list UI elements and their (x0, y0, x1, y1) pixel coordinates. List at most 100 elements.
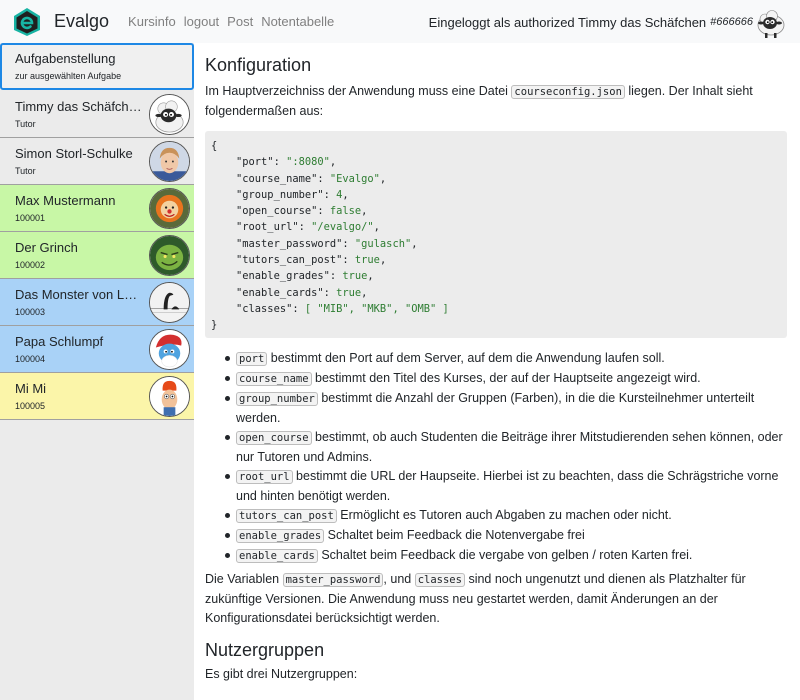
sidebar-item-aufgabenstellung[interactable]: Aufgabenstellung zur ausgewählten Aufgab… (0, 43, 194, 90)
list-item-text: Schaltet beim Feedback die vergabe von g… (317, 548, 693, 562)
sidebar-item-sub: Tutor (15, 166, 36, 176)
nessie-avatar-icon (149, 282, 190, 323)
sidebar-item-simon[interactable]: Simon Storl-Schulke Tutor (0, 138, 194, 185)
sidebar-item-label: Mi Mi (15, 381, 47, 396)
inline-code-courseconfig: courseconfig.json (511, 85, 625, 99)
code-line: "port": ":8080", (236, 156, 337, 169)
list-item: open_course bestimmt, ob auch Studenten … (205, 428, 787, 467)
inline-code: root_url (236, 470, 293, 484)
sidebar-item-sub: 100001 (15, 213, 46, 223)
clown-avatar-icon (149, 188, 190, 229)
code-comma: , (342, 188, 349, 201)
sidebar-item-sub: 100003 (15, 307, 46, 317)
code-brace-close: } (211, 319, 218, 332)
sidebar-item-monster[interactable]: Das Monster von Loc... 100003 (0, 279, 194, 326)
sidebar-item-label: Simon Storl-Schulke (15, 146, 133, 161)
sidebar: Aufgabenstellung zur ausgewählten Aufgab… (0, 43, 194, 700)
code-value: [ "MIB", "MKB", "OMB" ] (304, 302, 449, 315)
nav-link-logout[interactable]: logout (184, 14, 219, 29)
code-key: "root_url" (236, 221, 299, 234)
login-user-id: #666666 (710, 16, 753, 28)
inline-code: tutors_can_post (236, 509, 337, 523)
nav-link-notentabelle[interactable]: Notentabelle (261, 14, 334, 29)
code-line: "enable_cards": true, (236, 286, 368, 299)
list-item-text: bestimmt den Titel des Kurses, der auf d… (311, 371, 701, 385)
login-info: Eingeloggt als authorized Timmy das Schä… (429, 4, 787, 40)
sidebar-item-sub: Tutor (15, 119, 36, 129)
code-brace-open: { (211, 140, 218, 152)
list-item-text: bestimmt, ob auch Studenten die Beiträge… (236, 430, 783, 464)
code-line: "tutors_can_post": true, (236, 254, 387, 267)
code-key: "course_name" (236, 172, 318, 185)
code-key: "classes" (236, 302, 293, 315)
heading-konfiguration: Konfiguration (205, 55, 312, 75)
code-comma: , (361, 286, 368, 299)
sidebar-item-label: Papa Schlumpf (15, 334, 104, 349)
user-avatar-sheep-icon[interactable] (755, 5, 787, 39)
list-item: port bestimmt den Port auf dem Server, a… (205, 349, 787, 369)
code-key: "port" (236, 156, 274, 169)
code-value: "gulasch" (354, 237, 412, 250)
nav-link-post[interactable]: Post (227, 14, 253, 29)
sidebar-item-papa-schlumpf[interactable]: Papa Schlumpf 100004 (0, 326, 194, 373)
sidebar-item-label: Aufgabenstellung (15, 51, 116, 66)
code-value: ":8080" (286, 156, 330, 169)
code-key: "open_course" (236, 205, 318, 218)
code-comma: , (373, 221, 380, 234)
sheep-avatar-icon (149, 94, 190, 135)
sidebar-item-sub: zur ausgewählten Aufgabe (15, 71, 122, 81)
heading-nutzergruppen: Nutzergruppen (205, 640, 325, 660)
list-item-text: Ermöglicht es Tutoren auch Abgaben zu ma… (336, 508, 672, 522)
code-line: "classes": [ "MIB", "MKB", "OMB" ] (236, 302, 449, 315)
sidebar-item-timmy[interactable]: Timmy das Schäfchen Tutor (0, 91, 194, 138)
text-segment: , und (383, 572, 415, 586)
user-groups-intro: Es gibt drei Nutzergruppen: (205, 667, 358, 681)
sidebar-item-sub: 100004 (15, 354, 46, 364)
text-segment: Im Hauptverzeichniss der Anwendung muss … (205, 84, 512, 98)
smurf-avatar-icon (149, 329, 190, 370)
list-item-text: bestimmt die URL der Haupseite. Hierbei … (236, 469, 779, 503)
inline-code: course_name (236, 372, 312, 386)
code-value: true (342, 270, 368, 283)
inline-code-classes: classes (414, 573, 465, 587)
list-item: group_number bestimmt die Anzahl der Gru… (205, 389, 787, 428)
code-key: "tutors_can_post" (236, 254, 343, 267)
person-avatar-icon (149, 141, 190, 182)
inline-code: open_course (236, 431, 312, 445)
code-line: "enable_grades": true, (236, 270, 374, 283)
sidebar-item-label: Das Monster von Loc... (15, 287, 143, 302)
config-code-block: { "port": ":8080", "course_name": "Evalg… (205, 131, 787, 338)
code-comma: , (379, 172, 387, 185)
list-item: enable_grades Schaltet beim Feedback die… (205, 526, 787, 546)
sidebar-item-label: Der Grinch (15, 240, 78, 255)
top-navbar: Evalgo Kursinfo logout Post Notentabelle… (0, 0, 800, 43)
code-value: true (336, 286, 362, 299)
code-comma: , (361, 205, 368, 218)
code-comma: , (411, 237, 418, 250)
sidebar-item-sub: 100005 (15, 401, 46, 411)
sidebar-item-max-mustermann[interactable]: Max Mustermann 100001 (0, 185, 194, 232)
sidebar-item-sub: 100002 (15, 260, 46, 270)
nav-link-kursinfo[interactable]: Kursinfo (128, 14, 176, 29)
code-value: "/evalgo/" (311, 221, 374, 234)
list-item: root_url bestimmt die URL der Haupseite.… (205, 467, 787, 506)
list-item-text: Schaltet beim Feedback die Notenvergabe … (324, 528, 585, 542)
list-item: enable_cards Schaltet beim Feedback die … (205, 546, 787, 566)
inline-code-master-password: master_password (282, 573, 384, 587)
brand-name[interactable]: Evalgo (54, 11, 109, 32)
config-options-list: port bestimmt den Port auf dem Server, a… (205, 349, 787, 566)
sidebar-item-grinch[interactable]: Der Grinch 100002 (0, 232, 194, 279)
sidebar-item-mimi[interactable]: Mi Mi 100005 (0, 373, 194, 420)
code-value: false (329, 205, 362, 218)
code-line: "open_course": false, (236, 205, 368, 218)
code-line: "root_url": "/evalgo/", (236, 221, 380, 234)
list-item: tutors_can_post Ermöglicht es Tutoren au… (205, 506, 787, 526)
code-line: "group_number": 4, (236, 188, 349, 201)
brand[interactable]: Evalgo (12, 7, 109, 37)
variables-note-text: Die Variablen master_password, und class… (205, 570, 787, 628)
config-intro-text: Im Hauptverzeichniss der Anwendung muss … (205, 82, 787, 121)
grinch-avatar-icon (149, 235, 190, 276)
code-key: "enable_grades" (236, 270, 330, 283)
evalgo-logo-icon (14, 7, 40, 36)
beaker-avatar-icon (149, 376, 190, 417)
